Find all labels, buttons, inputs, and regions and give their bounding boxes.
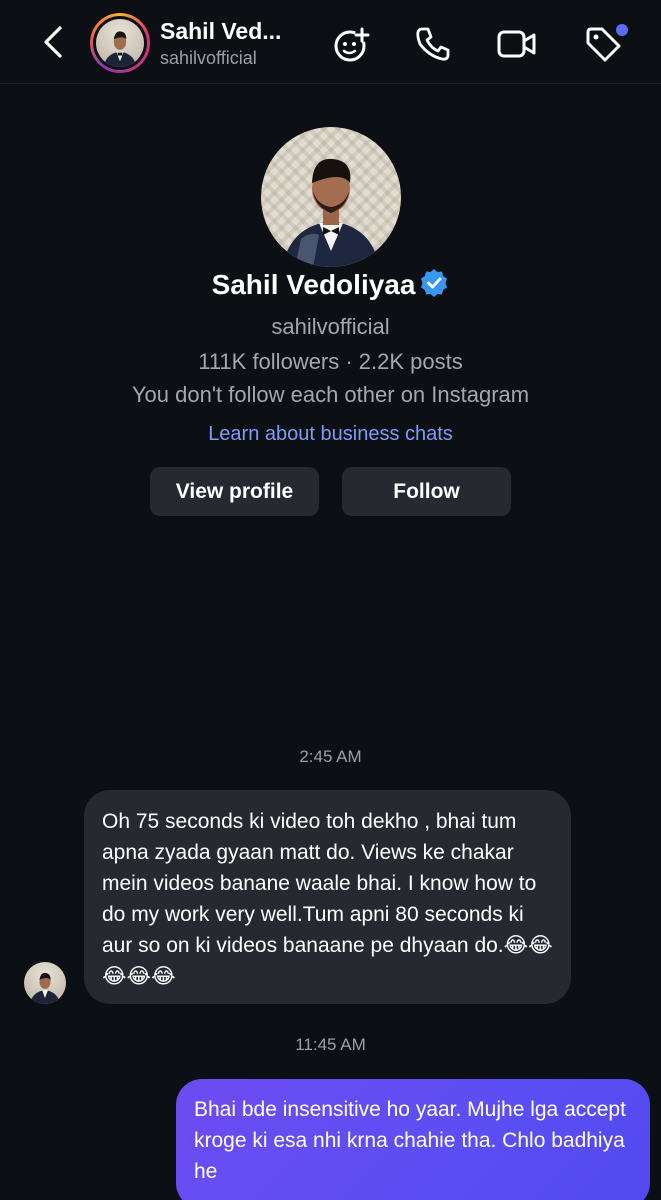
verified-badge-icon (421, 269, 448, 297)
notification-dot (616, 24, 628, 36)
profile-avatar[interactable] (261, 127, 401, 267)
sender-avatar[interactable] (24, 962, 66, 1004)
profile-stats: 111K followers · 2.2K posts (198, 349, 463, 374)
message-timestamp: 2:45 AM (299, 747, 362, 766)
back-button[interactable] (36, 22, 72, 62)
profile-username: sahilvofficial (271, 314, 390, 339)
back-chevron-icon (44, 26, 62, 58)
phone-icon (416, 27, 450, 61)
header-avatar[interactable] (90, 13, 150, 73)
message-timestamp: 11:45 AM (295, 1035, 366, 1054)
profile-name-text: Sahil Vedoliyaa (211, 269, 416, 300)
dm-thread-screen: Sahil Ved... sahilvofficial Sahil Vedoli… (0, 0, 661, 1200)
effects-button[interactable] (332, 24, 372, 64)
header-contact-name[interactable]: Sahil Ved... (160, 18, 281, 45)
incoming-message-bubble[interactable]: Oh 75 seconds ki video toh dekho , bhai … (84, 790, 571, 1004)
profile-photo (283, 158, 379, 267)
business-chats-link[interactable]: Learn about business chats (0, 423, 661, 446)
sender-photo (30, 972, 60, 1004)
header-username: sahilvofficial (160, 48, 257, 68)
video-icon (497, 30, 536, 58)
view-profile-button[interactable]: View profile (150, 467, 319, 516)
video-call-button[interactable] (496, 24, 536, 64)
profile-name: Sahil Vedoliyaa (0, 268, 661, 301)
follow-status: You don't follow each other on Instagram (131, 382, 530, 407)
outgoing-message-bubble[interactable]: Bhai bde insensitive ho yaar. Mujhe lga … (176, 1079, 650, 1200)
follow-button[interactable]: Follow (342, 467, 511, 516)
voice-call-button[interactable] (413, 24, 453, 64)
effects-icon (334, 27, 370, 62)
chat-header: Sahil Ved... sahilvofficial (0, 0, 661, 84)
person-photo (103, 31, 137, 67)
